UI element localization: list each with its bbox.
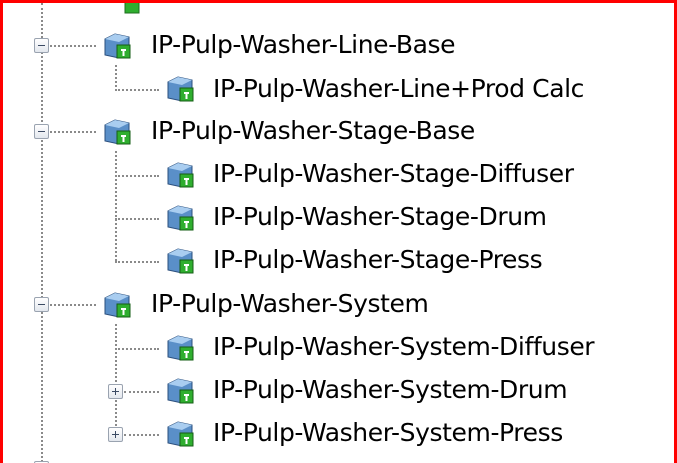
tree-item-label[interactable]: IP-Pulp-Washer-Line+Prod Calc [213, 74, 584, 104]
tree-item-label[interactable]: IP-Pulp-Washer-Stage-Press [213, 245, 543, 275]
class-template-icon [104, 33, 131, 59]
tree-connector [115, 65, 117, 91]
tree-connector [115, 324, 117, 434]
class-template-icon [167, 76, 194, 102]
class-template-icon [104, 292, 131, 318]
tree-item-label[interactable]: IP-Pulp-Washer-Line-Base [151, 30, 456, 60]
tree-connector [50, 131, 96, 133]
tree-item-label[interactable]: IP-Pulp-Washer-System-Drum [213, 375, 568, 405]
tree-connector-root [41, 3, 43, 463]
class-template-icon [167, 162, 194, 188]
class-template-icon [167, 421, 194, 447]
tree-item-label[interactable]: IP-Pulp-Washer-System-Press [213, 418, 563, 448]
tree-connector [50, 45, 96, 47]
tree-connector [50, 304, 96, 306]
tree-item-label[interactable]: IP-Pulp-Washer-Stage-Base [151, 116, 475, 146]
tree-connector [115, 261, 159, 263]
class-template-icon [104, 119, 131, 145]
expand-toggle-system-press[interactable] [108, 427, 123, 442]
tree-connector [115, 175, 159, 177]
class-template-icon [167, 335, 194, 361]
tree-connector [115, 89, 159, 91]
tree-item-label[interactable]: IP-Pulp-Washer-System [151, 289, 429, 319]
highlight-frame: IP-Pulp-Washer-Line-Base IP-Pulp-Washer-… [0, 0, 677, 463]
class-template-icon [167, 205, 194, 231]
class-template-icon [167, 378, 194, 404]
class-template-icon [167, 248, 194, 274]
template-tree: IP-Pulp-Washer-Line-Base IP-Pulp-Washer-… [3, 3, 674, 463]
tree-item-label[interactable]: IP-Pulp-Washer-Stage-Drum [213, 202, 547, 232]
tree-item-label[interactable]: IP-Pulp-Washer-Stage-Diffuser [213, 159, 574, 189]
tree-connector [124, 391, 159, 393]
tree-item-label[interactable]: IP-Pulp-Washer-System-Diffuser [213, 332, 595, 362]
class-template-icon [124, 3, 140, 14]
tree-connector [115, 348, 159, 350]
collapse-toggle-stage-base[interactable] [34, 124, 49, 139]
expand-toggle-system-drum[interactable] [108, 384, 123, 399]
tree-connector [124, 434, 159, 436]
tree-connector [115, 218, 159, 220]
collapse-toggle-line-base[interactable] [34, 38, 49, 53]
collapse-toggle-system[interactable] [34, 297, 49, 312]
tree-connector [115, 151, 117, 261]
